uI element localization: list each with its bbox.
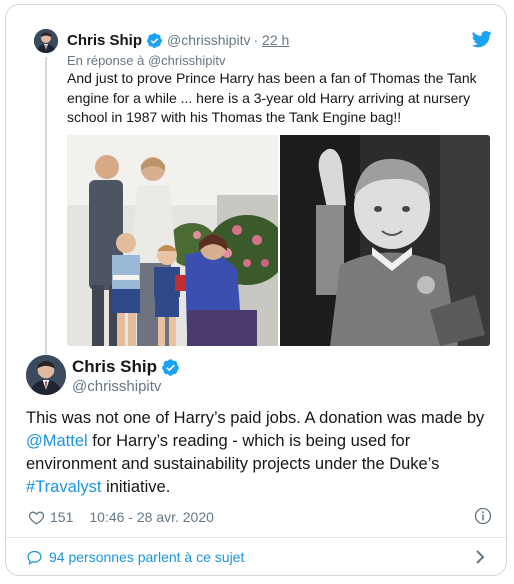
conversation-link[interactable]: 94 personnes parlent à ce sujet <box>26 544 244 570</box>
photo-family-nursery[interactable] <box>67 135 278 346</box>
photo-harry-waving[interactable] <box>280 135 490 346</box>
tweet-text-part: initiative. <box>101 478 171 496</box>
tweet-text-part: for Harry’s reading - which is being use… <box>26 432 440 473</box>
like-count[interactable]: 151 <box>50 509 73 525</box>
thread-connector-line <box>45 57 47 357</box>
info-icon[interactable] <box>474 507 492 525</box>
time-separator: · <box>253 32 259 48</box>
tweet-meta-row: 151 10:46 - 28 avr. 2020 <box>28 507 214 527</box>
tweet-timestamp[interactable]: 10:46 - 28 avr. 2020 <box>89 509 214 525</box>
heart-icon[interactable] <box>28 509 45 526</box>
parent-tweet-photos[interactable] <box>67 135 490 346</box>
parent-tweet-header: Chris Ship @chrisshipitv · 22 h <box>67 29 289 51</box>
main-author-avatar[interactable] <box>26 355 66 395</box>
reply-context[interactable]: En réponse à @chrisshipitv <box>67 53 225 68</box>
main-author-name-row: Chris Ship <box>72 357 180 377</box>
hashtag-link[interactable]: #Travalyst <box>26 478 102 496</box>
main-author-name[interactable]: Chris Ship <box>72 357 157 377</box>
parent-author-avatar[interactable] <box>34 29 58 53</box>
tweet-embed-card: Chris Ship @chrisshipitv · 22 h En répon… <box>5 4 507 576</box>
twitter-bird-icon[interactable] <box>472 29 492 49</box>
tweet-text-part: This was not one of Harry’s paid jobs. A… <box>26 409 485 427</box>
parent-tweet[interactable]: Chris Ship @chrisshipitv · 22 h En répon… <box>6 5 506 357</box>
speech-bubble-icon <box>27 550 42 565</box>
main-tweet-text: This was not one of Harry’s paid jobs. A… <box>26 407 496 499</box>
main-author-handle[interactable]: @chrisshipitv <box>72 378 161 395</box>
time-value[interactable]: 22 h <box>262 32 289 48</box>
verified-badge-icon <box>162 358 179 376</box>
mention-link[interactable]: @Mattel <box>26 432 88 450</box>
parent-tweet-text: And just to prove Prince Harry has been … <box>67 70 477 125</box>
conversation-count-label[interactable]: 94 personnes parlent à ce sujet <box>49 549 244 565</box>
footer-divider <box>6 537 506 538</box>
chevron-right-icon[interactable] <box>474 549 486 565</box>
parent-tweet-time[interactable]: · 22 h <box>253 32 289 48</box>
parent-author-name[interactable]: Chris Ship <box>67 32 142 49</box>
verified-badge-icon <box>147 32 162 48</box>
parent-author-handle[interactable]: @chrisshipitv <box>167 32 250 48</box>
